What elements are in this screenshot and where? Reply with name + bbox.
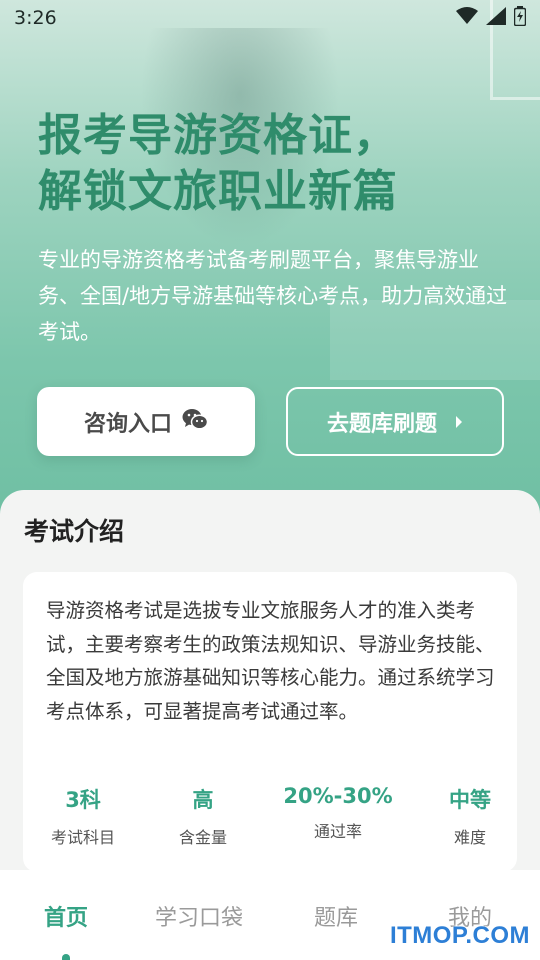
chevron-right-icon xyxy=(455,409,463,434)
watermark-logo: ITMOP.COM xyxy=(389,922,530,949)
hero-subtitle: 专业的导游资格考试备考刷题平台，聚焦导游业务、全国/地方导游基础等核心考点，助力… xyxy=(38,248,508,344)
stat-value: 20%-30% xyxy=(283,784,393,808)
active-tab-indicator xyxy=(62,954,70,960)
stat-subjects: 3科 考试科目 xyxy=(23,784,143,848)
tab-home[interactable]: 首页 xyxy=(44,900,88,932)
stat-label: 考试科目 xyxy=(50,828,115,847)
consult-button[interactable]: 咨询入口 xyxy=(37,387,255,456)
stat-pass-rate: 20%-30% 通过率 xyxy=(278,784,398,842)
stat-label: 通过率 xyxy=(313,822,362,841)
content-sheet: 考试介绍 导游资格考试是选拔专业文旅服务人才的准入类考试，主要考察考生的政策法规… xyxy=(0,490,540,890)
stat-value: 高 xyxy=(192,788,214,812)
exam-intro-description: 导游资格考试是选拔专业文旅服务人才的准入类考试，主要考察考生的政策法规知识、导游… xyxy=(46,599,495,723)
status-icons xyxy=(456,5,527,31)
status-bar: 3:26 xyxy=(0,0,540,36)
question-bank-button[interactable]: 去题库刷题 xyxy=(286,387,504,456)
tab-study-pocket[interactable]: 学习口袋 xyxy=(155,900,243,932)
stat-value-level: 高 含金量 xyxy=(143,784,263,848)
stat-label: 含金量 xyxy=(178,828,227,847)
status-time: 3:26 xyxy=(14,7,57,29)
stat-label: 难度 xyxy=(453,828,486,847)
stat-value: 中等 xyxy=(449,788,491,812)
question-bank-button-label: 去题库刷题 xyxy=(326,411,437,437)
hero-headline-line1: 报考导游资格证， xyxy=(38,110,398,161)
battery-icon xyxy=(513,5,527,31)
consult-button-label: 咨询入口 xyxy=(83,411,172,437)
tab-question-bank[interactable]: 题库 xyxy=(314,900,358,932)
hero-headline: 报考导游资格证， 解锁文旅职业新篇 xyxy=(38,108,508,220)
wifi-icon xyxy=(456,6,478,30)
hero-headline-line2: 解锁文旅职业新篇 xyxy=(38,166,398,217)
wechat-icon xyxy=(182,408,209,436)
app-screen: 3:26 报考导游资格证， 解锁文旅职业新篇 专业的导游资格考试备考刷题平台，聚… xyxy=(0,0,540,960)
section-title-exam-intro: 考试介绍 xyxy=(24,517,125,546)
stat-value: 3科 xyxy=(65,788,101,812)
exam-intro-card: 导游资格考试是选拔专业文旅服务人才的准入类考试，主要考察考生的政策法规知识、导游… xyxy=(23,572,517,872)
cellular-signal-icon xyxy=(486,6,506,30)
stat-difficulty: 中等 难度 xyxy=(410,784,530,848)
